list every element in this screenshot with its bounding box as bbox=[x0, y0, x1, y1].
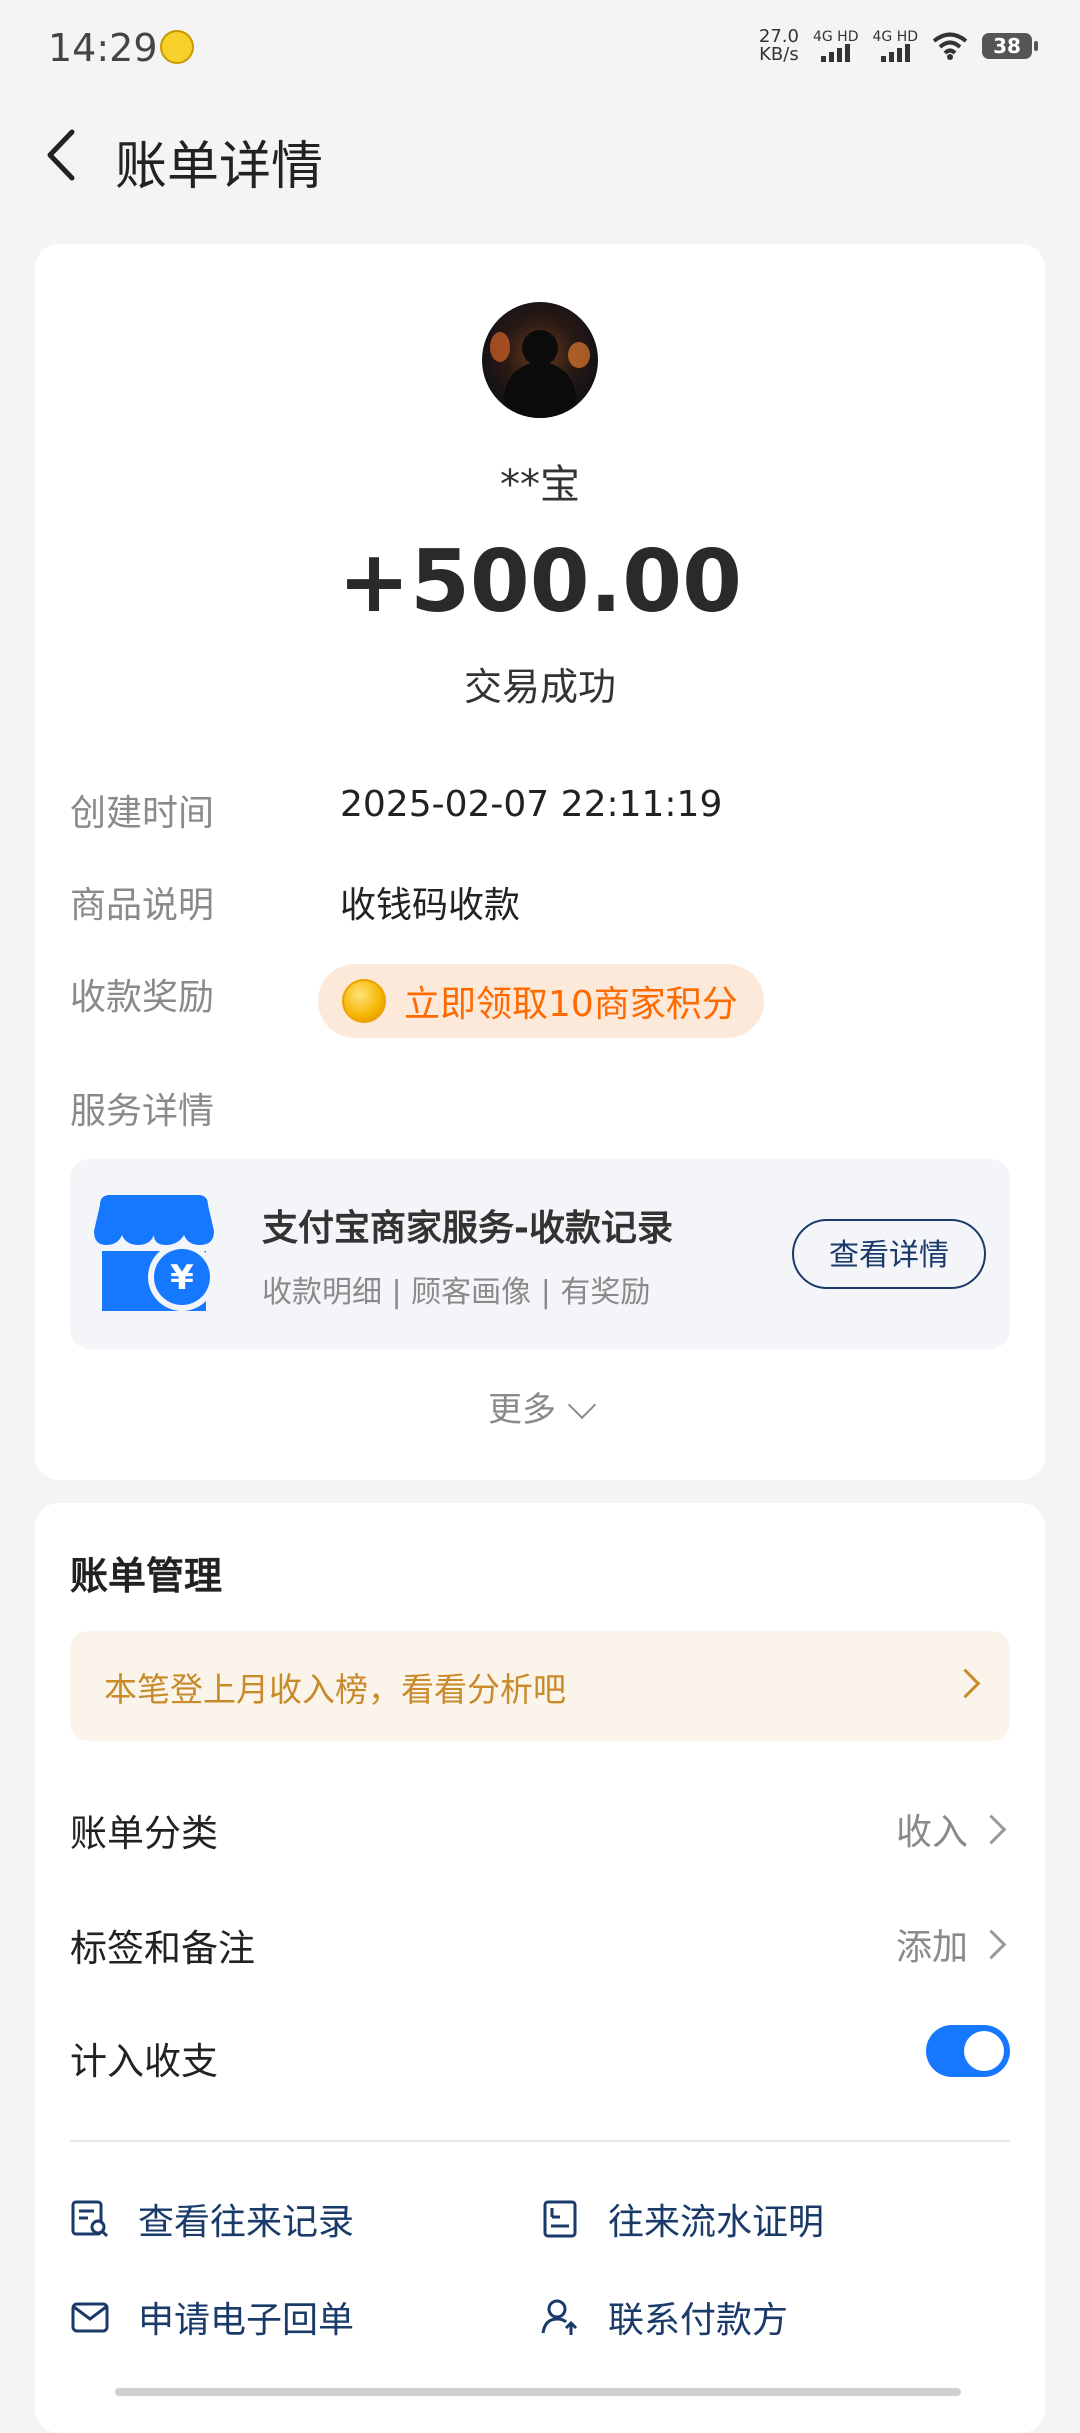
signal-sim2-icon: 4G HD bbox=[872, 30, 918, 62]
tags-notes-row[interactable]: 标签和备注 添加 bbox=[70, 1918, 1010, 1978]
coin-icon bbox=[342, 979, 386, 1023]
statement-proof-label: 往来流水证明 bbox=[608, 2202, 825, 2243]
income-rank-tip[interactable]: 本笔登上月收入榜，看看分析吧 bbox=[70, 1631, 1010, 1741]
created-time-value: 2025-02-07 22:11:19 bbox=[340, 784, 723, 825]
include-in-stats-label: 计入收支 bbox=[70, 2040, 218, 2083]
section-title: 账单管理 bbox=[70, 1554, 223, 1598]
tip-text: 本笔登上月收入榜，看看分析吧 bbox=[104, 1670, 566, 1709]
product-desc-label: 商品说明 bbox=[70, 885, 215, 926]
merchant-service-card[interactable]: ¥ 支付宝商家服务-收款记录 收款明细 | 顾客画像 | 有奖励 查看详情 bbox=[70, 1159, 1010, 1349]
chevron-down-icon bbox=[567, 1390, 597, 1420]
status-bar: 14:29 27.0 KB/s 4G HD 4G HD 38 bbox=[0, 0, 1080, 100]
page-title: 账单详情 bbox=[115, 137, 324, 197]
bill-management-card: 账单管理 本笔登上月收入榜，看看分析吧 账单分类 收入 标签和备注 添加 计入收… bbox=[35, 1503, 1045, 2433]
bill-category-label: 账单分类 bbox=[70, 1812, 218, 1855]
include-in-stats-toggle[interactable] bbox=[926, 2025, 1010, 2077]
payer-name: **宝 bbox=[500, 462, 580, 508]
page-header: 账单详情 bbox=[0, 110, 1080, 200]
merchant-shop-icon: ¥ bbox=[94, 1195, 216, 1311]
avatar bbox=[482, 302, 598, 418]
back-arrow-icon[interactable] bbox=[30, 120, 100, 190]
created-time-label: 创建时间 bbox=[70, 793, 215, 834]
service-title: 支付宝商家服务-收款记录 bbox=[262, 1208, 673, 1249]
transaction-amount: +500.00 bbox=[338, 532, 742, 632]
chevron-right-icon bbox=[950, 1668, 981, 1699]
service-subtitle: 收款明细 | 顾客画像 | 有奖励 bbox=[262, 1275, 651, 1310]
statement-proof-icon bbox=[543, 2200, 577, 2238]
statement-proof-action[interactable]: 往来流水证明 bbox=[540, 2193, 824, 2245]
contact-payer-label: 联系付款方 bbox=[608, 2300, 789, 2341]
net-speed: 27.0 KB/s bbox=[758, 26, 799, 65]
contact-payer-action[interactable]: 联系付款方 bbox=[540, 2291, 788, 2343]
more-toggle[interactable]: 更多 bbox=[35, 1382, 1045, 1431]
chevron-right-icon bbox=[976, 1929, 1007, 1960]
transaction-card: **宝 +500.00 交易成功 创建时间 2025-02-07 22:11:1… bbox=[35, 244, 1045, 1480]
view-details-button[interactable]: 查看详情 bbox=[792, 1219, 986, 1289]
wifi-icon bbox=[932, 32, 968, 60]
tags-notes-label: 标签和备注 bbox=[70, 1927, 255, 1970]
record-search-icon bbox=[71, 2200, 109, 2238]
signal-sim1-icon: 4G HD bbox=[813, 30, 858, 62]
e-receipt-label: 申请电子回单 bbox=[138, 2300, 355, 2341]
e-receipt-action[interactable]: 申请电子回单 bbox=[70, 2291, 354, 2343]
tags-notes-value: 添加 bbox=[895, 1927, 968, 1968]
bill-category-value: 收入 bbox=[895, 1812, 968, 1853]
contact-user-icon bbox=[541, 2299, 578, 2335]
more-label: 更多 bbox=[488, 1390, 556, 1430]
reward-label: 收款奖励 bbox=[70, 977, 215, 1018]
include-in-stats-row: 计入收支 bbox=[70, 2025, 1010, 2091]
bill-category-row[interactable]: 账单分类 收入 bbox=[70, 1803, 1010, 1863]
chevron-right-icon bbox=[976, 1814, 1007, 1845]
view-records-action[interactable]: 查看往来记录 bbox=[70, 2193, 354, 2245]
gesture-bar[interactable] bbox=[115, 2388, 961, 2396]
claim-reward-button[interactable]: 立即领取10商家积分 bbox=[318, 964, 764, 1038]
mail-receipt-icon bbox=[71, 2302, 109, 2333]
svg-text:¥: ¥ bbox=[170, 1258, 194, 1298]
view-records-label: 查看往来记录 bbox=[138, 2202, 355, 2243]
notification-emoji-icon bbox=[160, 30, 194, 64]
battery-icon: 38 bbox=[982, 33, 1038, 59]
transaction-status: 交易成功 bbox=[463, 665, 616, 709]
service-details-label: 服务详情 bbox=[70, 1091, 215, 1132]
status-indicators: 27.0 KB/s 4G HD 4G HD 38 bbox=[758, 26, 1038, 65]
status-time: 14:29 bbox=[48, 26, 158, 70]
product-desc-value: 收钱码收款 bbox=[340, 885, 521, 926]
divider bbox=[70, 2140, 1010, 2142]
reward-text: 立即领取10商家积分 bbox=[404, 984, 738, 1025]
